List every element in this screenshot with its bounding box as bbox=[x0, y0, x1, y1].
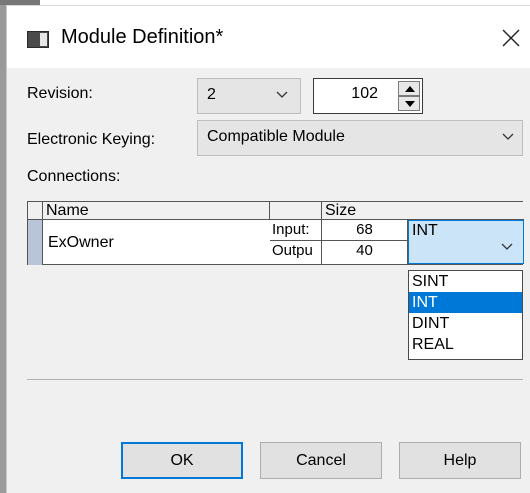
input-size-cell[interactable]: 68 bbox=[322, 220, 408, 241]
close-icon[interactable] bbox=[499, 26, 523, 50]
help-button[interactable]: Help bbox=[399, 442, 521, 479]
ok-button[interactable]: OK bbox=[121, 442, 243, 479]
chevron-down-icon bbox=[276, 91, 288, 98]
output-label: Outpu bbox=[270, 241, 322, 264]
spin-up-icon bbox=[405, 86, 415, 92]
spin-down-icon bbox=[405, 101, 415, 107]
electronic-keying-value: Compatible Module bbox=[207, 128, 345, 145]
data-type-combo[interactable]: INT bbox=[408, 220, 524, 264]
revision-label: Revision: bbox=[27, 85, 93, 102]
column-header-spacer bbox=[270, 202, 322, 220]
spin-down-button[interactable] bbox=[398, 96, 420, 111]
revision-minor-value: 102 bbox=[351, 85, 378, 102]
separator-line bbox=[27, 379, 523, 380]
column-header-name[interactable]: Name bbox=[43, 202, 270, 220]
row-selector[interactable] bbox=[28, 220, 43, 265]
chevron-down-icon bbox=[502, 133, 514, 140]
connections-label: Connections: bbox=[27, 168, 121, 185]
output-size-cell[interactable]: 40 bbox=[322, 241, 408, 264]
window-icon bbox=[27, 31, 49, 48]
chevron-down-icon bbox=[501, 243, 513, 250]
type-option-real[interactable]: REAL bbox=[409, 334, 522, 355]
type-option-int[interactable]: INT bbox=[409, 292, 522, 313]
row-header-corner bbox=[28, 202, 43, 220]
electronic-keying-select[interactable]: Compatible Module bbox=[197, 120, 523, 156]
revision-major-select[interactable]: 2 bbox=[197, 78, 301, 114]
cancel-button[interactable]: Cancel bbox=[260, 442, 382, 479]
dialog-title: Module Definition* bbox=[61, 26, 224, 48]
connections-grid: Name Size ExOwner Input: 68 Outpu 40 INT bbox=[27, 201, 524, 265]
column-header-size[interactable]: Size bbox=[322, 202, 524, 220]
input-label: Input: bbox=[270, 220, 322, 241]
electronic-keying-label: Electronic Keying: bbox=[27, 131, 156, 148]
connection-name-cell[interactable]: ExOwner bbox=[48, 234, 114, 252]
revision-minor-spinner[interactable]: 102 bbox=[313, 78, 423, 114]
data-type-value: INT bbox=[412, 222, 438, 239]
spin-up-button[interactable] bbox=[398, 81, 420, 96]
type-option-sint[interactable]: SINT bbox=[409, 271, 522, 292]
title-bar[interactable]: Module Definition* bbox=[7, 6, 530, 68]
type-option-dint[interactable]: DINT bbox=[409, 313, 522, 334]
revision-major-value: 2 bbox=[207, 86, 216, 103]
module-definition-dialog: Module Definition* Revision: 2 102 Elect… bbox=[6, 5, 530, 493]
data-type-dropdown[interactable]: SINT INT DINT REAL bbox=[408, 270, 523, 360]
